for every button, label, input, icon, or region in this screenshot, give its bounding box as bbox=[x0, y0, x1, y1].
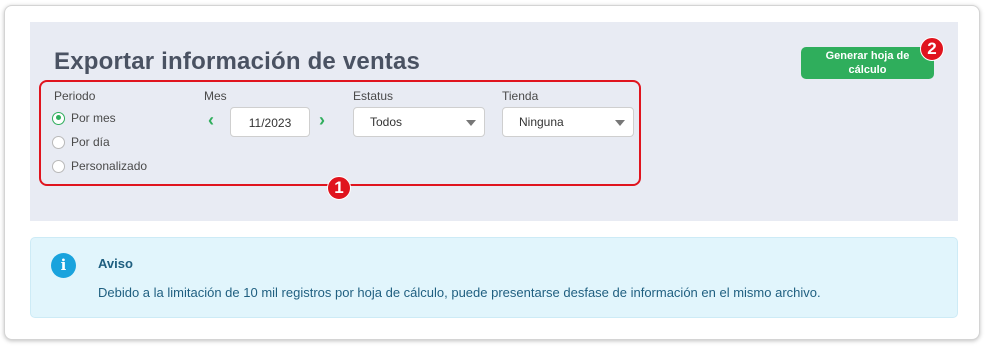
chevron-down-icon bbox=[615, 120, 625, 126]
step-badge-1: 1 bbox=[327, 176, 351, 200]
radio-label: Por mes bbox=[71, 111, 116, 125]
month-input[interactable]: 11/2023 bbox=[230, 107, 310, 137]
chevron-down-icon bbox=[466, 120, 476, 126]
info-icon: i bbox=[51, 253, 76, 278]
page-title: Exportar información de ventas bbox=[54, 48, 421, 75]
tienda-value: Ninguna bbox=[519, 115, 564, 129]
mes-label: Mes bbox=[204, 89, 227, 103]
tienda-select[interactable]: Ninguna bbox=[502, 107, 634, 137]
radio-label: Por día bbox=[71, 135, 110, 149]
tienda-label: Tienda bbox=[502, 89, 539, 103]
estatus-label: Estatus bbox=[353, 89, 394, 103]
estatus-value: Todos bbox=[370, 115, 403, 129]
notice-title: Aviso bbox=[98, 256, 133, 271]
radio-selected-icon[interactable] bbox=[52, 111, 65, 125]
radio-personalizado[interactable]: Personalizado bbox=[52, 159, 147, 173]
generate-spreadsheet-button[interactable]: Generar hoja de cálculo bbox=[801, 47, 934, 79]
chevron-left-icon[interactable]: ‹ bbox=[208, 111, 214, 129]
notice-text: Debido a la limitación de 10 mil registr… bbox=[98, 285, 821, 300]
chevron-right-icon[interactable]: › bbox=[319, 111, 325, 129]
radio-por-dia[interactable]: Por día bbox=[52, 135, 110, 149]
radio-label: Personalizado bbox=[71, 159, 148, 173]
radio-unselected-icon[interactable] bbox=[52, 135, 65, 149]
step-badge-2: 2 bbox=[920, 37, 944, 61]
periodo-label: Periodo bbox=[54, 89, 96, 103]
radio-unselected-icon[interactable] bbox=[52, 159, 65, 173]
estatus-select[interactable]: Todos bbox=[353, 107, 485, 137]
notice-box bbox=[30, 237, 958, 318]
radio-por-mes[interactable]: Por mes bbox=[52, 111, 116, 125]
